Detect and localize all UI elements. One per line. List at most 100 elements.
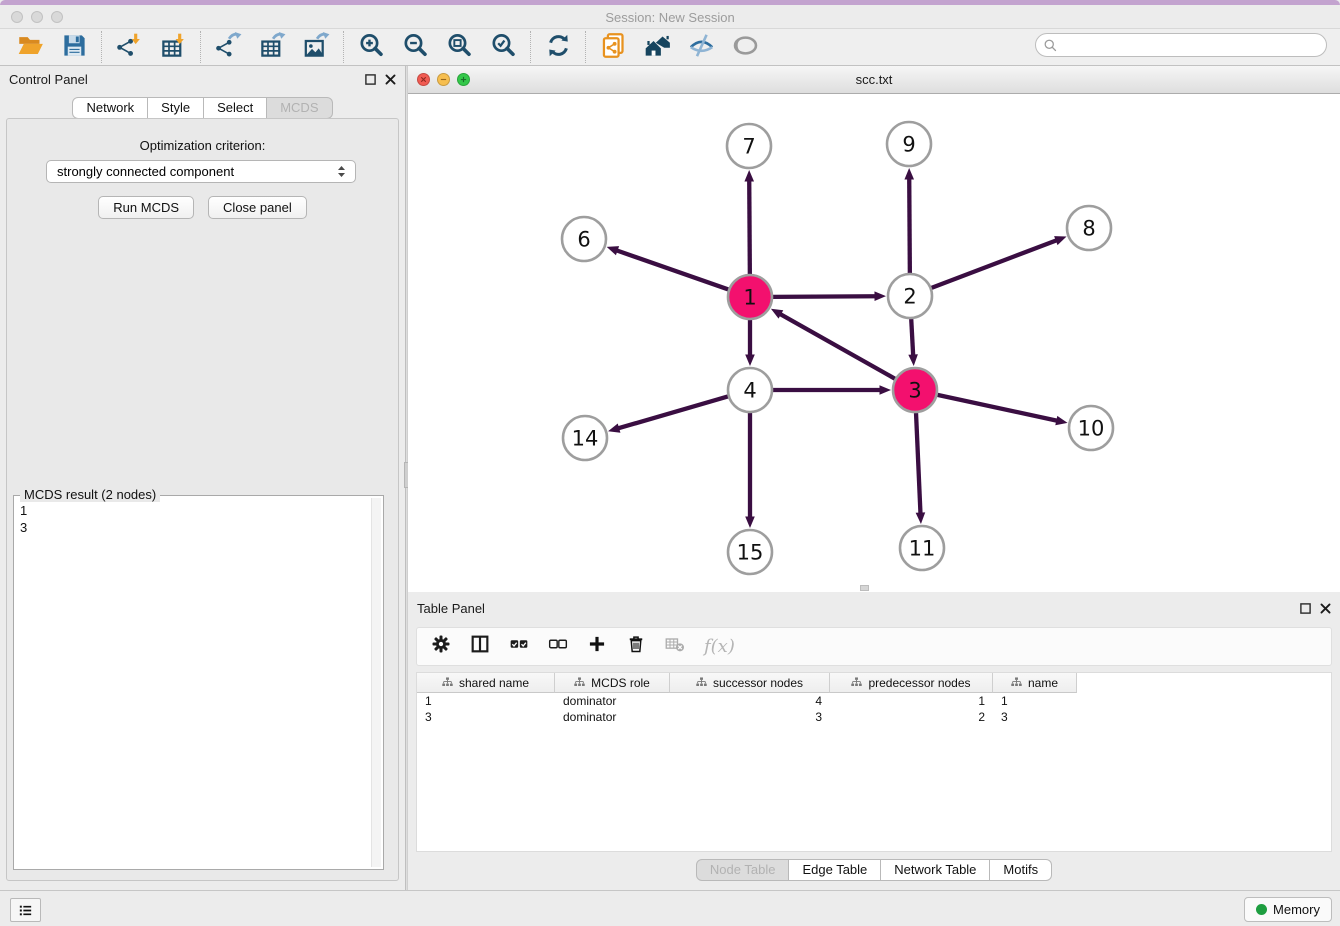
task-history-button[interactable]	[10, 898, 41, 922]
graph-node-4[interactable]: 4	[728, 368, 772, 412]
edge-arrow-1-4	[745, 355, 755, 367]
zoom-out-icon	[402, 32, 429, 62]
cell-MCDS-role[interactable]: dominator	[555, 693, 670, 709]
table-tab-edge-table[interactable]: Edge Table	[789, 859, 881, 881]
edge-2-3[interactable]	[911, 319, 913, 356]
graph-node-8[interactable]: 8	[1067, 206, 1111, 250]
home-button[interactable]	[635, 30, 679, 64]
trash-button[interactable]	[626, 634, 646, 659]
edge-arrow-4-15	[745, 517, 755, 529]
result-scrollbar[interactable]	[371, 498, 381, 867]
columns-button[interactable]	[470, 634, 490, 659]
cell-predecessor-nodes[interactable]: 2	[830, 709, 993, 725]
graph-node-11[interactable]: 11	[900, 526, 944, 570]
export-network-button[interactable]	[206, 30, 250, 64]
criterion-dropdown[interactable]: strongly connected component	[46, 160, 356, 183]
edge-1-6[interactable]	[617, 250, 729, 289]
edge-1-2[interactable]	[773, 296, 876, 297]
refresh-button[interactable]	[536, 30, 580, 64]
open-file-button[interactable]	[8, 30, 52, 64]
float-icon[interactable]	[364, 73, 377, 86]
tab-style[interactable]: Style	[148, 97, 204, 119]
cell-MCDS-role[interactable]: dominator	[555, 709, 670, 725]
zoom-in-button[interactable]	[349, 30, 393, 64]
fx-icon: f(x)	[704, 636, 735, 657]
column-header-name[interactable]: name	[993, 673, 1077, 693]
edge-arrow-1-2	[874, 291, 886, 301]
column-header-successor-nodes[interactable]: successor nodes	[670, 673, 830, 693]
home-icon	[644, 32, 671, 62]
gear-button[interactable]	[431, 634, 451, 659]
edge-2-8[interactable]	[932, 240, 1057, 288]
cell-name[interactable]: 1	[993, 693, 1077, 709]
tab-select[interactable]: Select	[204, 97, 267, 119]
graph-node-14[interactable]: 14	[563, 416, 607, 460]
node-label-6: 6	[577, 228, 590, 252]
network-canvas[interactable]: 1 2 3 4 6 7 8 9 10 11 14 15	[408, 94, 1340, 592]
graph-node-10[interactable]: 10	[1069, 406, 1113, 450]
select-all-button[interactable]	[509, 634, 529, 659]
gear-icon	[431, 634, 451, 659]
cell-name[interactable]: 3	[993, 709, 1077, 725]
cell-shared-name[interactable]: 1	[417, 693, 555, 709]
network-graph[interactable]: 1 2 3 4 6 7 8 9 10 11 14 15	[408, 94, 1340, 592]
graph-node-6[interactable]: 6	[562, 217, 606, 261]
import-network-button[interactable]	[107, 30, 151, 64]
column-header-predecessor-nodes[interactable]: predecessor nodes	[830, 673, 993, 693]
cell-shared-name[interactable]: 3	[417, 709, 555, 725]
hide-panel-button[interactable]	[679, 30, 723, 64]
add-button[interactable]	[587, 634, 607, 659]
graph-node-15[interactable]: 15	[728, 530, 772, 574]
hide-panel-icon	[688, 32, 715, 62]
search-input[interactable]	[1058, 35, 1326, 55]
zoom-out-button[interactable]	[393, 30, 437, 64]
mcds-result-text[interactable]: 1 3	[20, 502, 367, 865]
show-panel-button[interactable]	[723, 30, 767, 64]
graph-node-2[interactable]: 2	[888, 274, 932, 318]
edge-arrow-1-7	[744, 170, 754, 182]
export-table-button[interactable]	[250, 30, 294, 64]
export-image-button[interactable]	[294, 30, 338, 64]
run-mcds-button[interactable]: Run MCDS	[98, 196, 194, 219]
graph-node-3[interactable]: 3	[893, 368, 937, 412]
edge-3-11[interactable]	[916, 413, 920, 514]
search-box[interactable]	[1035, 33, 1327, 57]
deselect-all-button[interactable]	[548, 634, 568, 659]
zoom-fit-button[interactable]	[437, 30, 481, 64]
graph-node-9[interactable]: 9	[887, 122, 931, 166]
mcds-result-title: MCDS result (2 nodes)	[20, 487, 160, 502]
zoom-selected-button[interactable]	[481, 30, 525, 64]
edge-3-1[interactable]	[780, 314, 895, 379]
cell-predecessor-nodes[interactable]: 1	[830, 693, 993, 709]
edge-1-7[interactable]	[749, 180, 750, 274]
memory-button[interactable]: Memory	[1244, 897, 1332, 922]
table-tab-node-table[interactable]: Node Table	[696, 859, 790, 881]
memory-label: Memory	[1273, 902, 1320, 917]
column-header-MCDS-role[interactable]: MCDS role	[555, 673, 670, 693]
table-row[interactable]: 3dominator323	[417, 709, 1331, 725]
close-icon[interactable]	[1319, 602, 1332, 615]
cell-successor-nodes[interactable]: 3	[670, 709, 830, 725]
tab-mcds[interactable]: MCDS	[267, 97, 332, 119]
close-icon[interactable]	[384, 73, 397, 86]
horizontal-splitter-grip[interactable]	[860, 585, 869, 591]
graph-node-1[interactable]: 1	[728, 275, 772, 319]
float-icon[interactable]	[1299, 602, 1312, 615]
graph-node-7[interactable]: 7	[727, 124, 771, 168]
node-label-8: 8	[1082, 217, 1095, 241]
tab-network[interactable]: Network	[72, 97, 148, 119]
close-panel-button[interactable]: Close panel	[208, 196, 307, 219]
column-header-shared-name[interactable]: shared name	[417, 673, 555, 693]
table-tab-motifs[interactable]: Motifs	[990, 859, 1052, 881]
table-tab-network-table[interactable]: Network Table	[881, 859, 990, 881]
tree-icon	[574, 677, 585, 688]
clone-network-button[interactable]	[591, 30, 635, 64]
save-session-button[interactable]	[52, 30, 96, 64]
cell-successor-nodes[interactable]: 4	[670, 693, 830, 709]
table-row[interactable]: 1dominator411	[417, 693, 1331, 709]
edge-4-14[interactable]	[618, 396, 728, 428]
edge-2-9[interactable]	[909, 178, 910, 273]
edge-3-10[interactable]	[937, 395, 1057, 421]
control-panel-controls	[364, 73, 397, 86]
import-table-button[interactable]	[151, 30, 195, 64]
